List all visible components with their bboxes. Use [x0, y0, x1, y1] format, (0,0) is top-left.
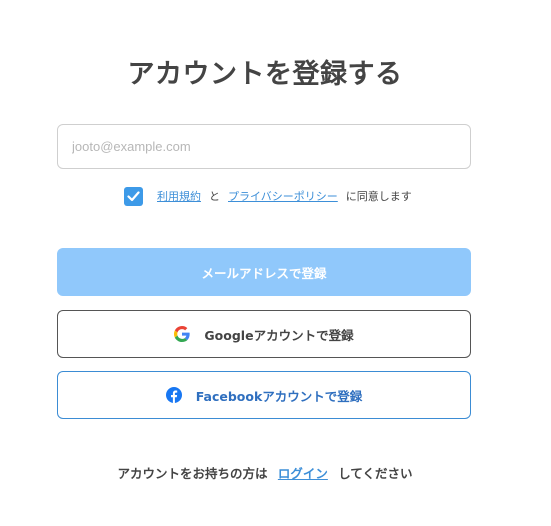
login-prompt: アカウントをお持ちの方は ログイン してください: [0, 463, 530, 482]
privacy-policy-link[interactable]: プライバシーポリシー: [228, 188, 338, 204]
google-signup-label: Googleアカウントで登録: [204, 327, 354, 343]
terms-checkbox[interactable]: [124, 186, 143, 206]
email-signup-label: メールアドレスで登録: [201, 265, 327, 281]
terms-link[interactable]: 利用規約: [157, 188, 201, 204]
google-icon: [174, 326, 191, 342]
email-field-wrapper: [57, 124, 471, 169]
facebook-signup-button[interactable]: Facebookアカウントで登録: [57, 371, 471, 419]
login-prompt-prefix: アカウントをお持ちの方は: [117, 466, 268, 481]
page-title: アカウントを登録する: [127, 59, 403, 91]
email-signup-button[interactable]: メールアドレスで登録: [57, 248, 471, 296]
facebook-signup-label: Facebookアカウントで登録: [195, 388, 363, 404]
terms-agreement: 利用規約 と プライバシーポリシー に同意します: [124, 186, 412, 206]
facebook-icon: [165, 387, 182, 403]
and-text: と: [209, 190, 220, 203]
agree-text: に同意します: [345, 190, 412, 203]
login-link[interactable]: ログイン: [278, 466, 328, 481]
login-prompt-suffix: してください: [338, 466, 413, 481]
google-signup-button[interactable]: Googleアカウントで登録: [57, 310, 471, 358]
check-icon: [127, 190, 140, 201]
email-field[interactable]: [58, 125, 470, 168]
